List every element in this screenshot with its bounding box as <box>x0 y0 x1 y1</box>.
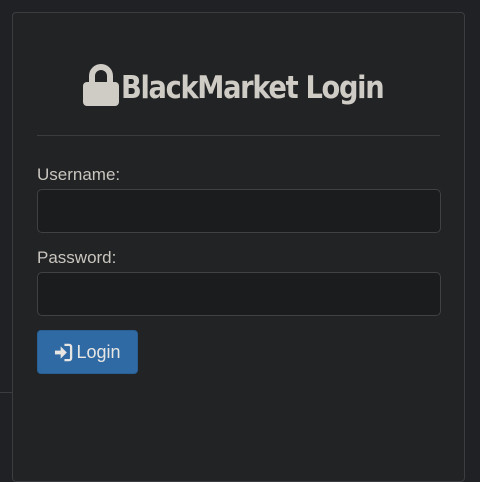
login-panel: BlackMarket Login Username: Password: Lo… <box>12 12 465 482</box>
password-input[interactable] <box>37 272 441 316</box>
lock-icon <box>82 64 119 106</box>
username-label: Username: <box>37 165 121 184</box>
page-divider <box>0 392 12 393</box>
login-button[interactable]: Login <box>37 330 138 374</box>
header-divider <box>37 135 440 136</box>
password-label: Password: <box>37 248 117 267</box>
page-title: BlackMarket Login <box>120 70 385 106</box>
username-input[interactable] <box>37 189 441 233</box>
sign-in-icon <box>55 343 73 361</box>
login-button-label: Login <box>76 341 121 362</box>
login-header: BlackMarket Login <box>13 63 464 113</box>
